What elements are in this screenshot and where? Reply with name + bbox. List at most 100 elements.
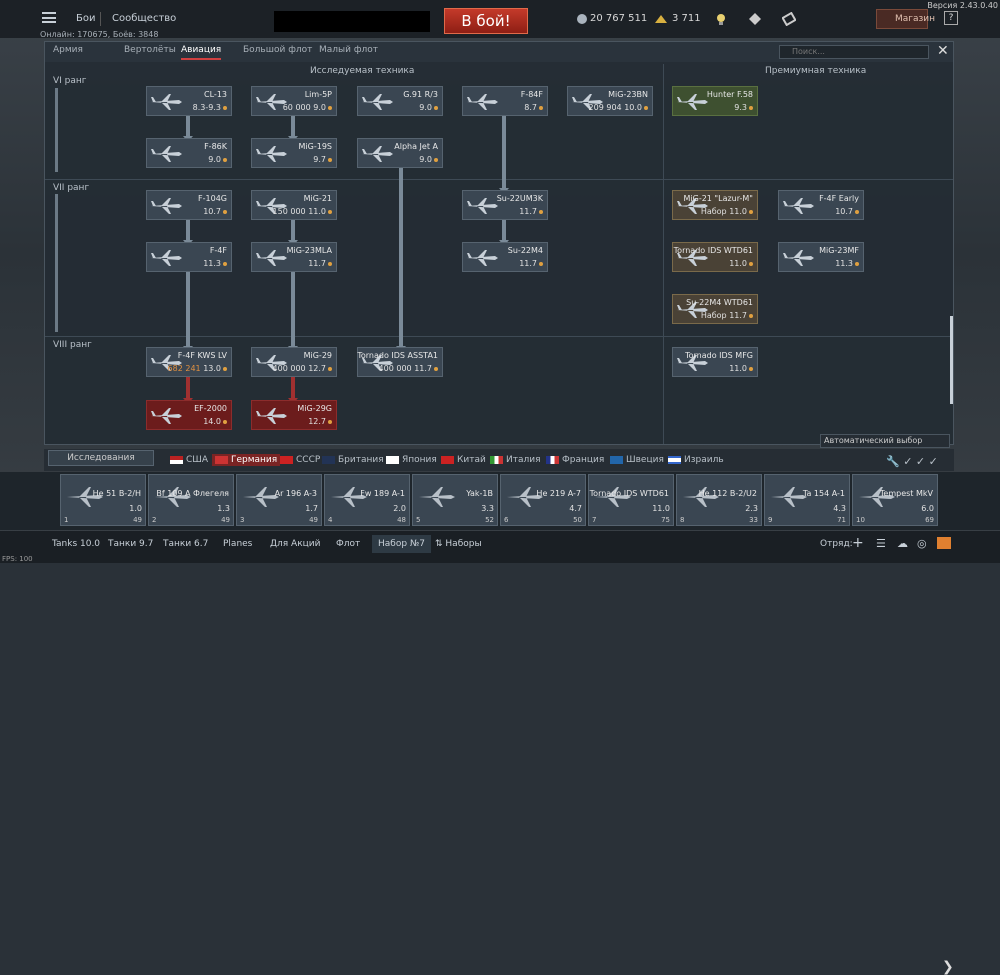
vehicle-cost: 400 000: [378, 364, 412, 373]
lineup-slot[interactable]: He 219 A-7 4.7 6 50: [500, 474, 586, 526]
researched-column-title: Исследуемая техника: [310, 66, 415, 76]
br-value: 11.3: [835, 259, 853, 268]
preset-tab[interactable]: Для Акций: [270, 539, 320, 549]
scrollbar[interactable]: [950, 316, 953, 404]
vehicle-card[interactable]: MiG-29 400 000 12.7: [251, 347, 337, 377]
vehicle-card[interactable]: MiG-21 "Lazur-M" Набор 11.0: [672, 190, 758, 220]
country-israel[interactable]: Израиль: [668, 455, 724, 465]
rank-dot-icon: [328, 261, 332, 266]
list-icon[interactable]: ☰: [876, 537, 886, 550]
mail-icon[interactable]: [937, 537, 951, 549]
vehicle-card[interactable]: Hunter F.58 9.3: [672, 86, 758, 116]
auto-select-dropdown[interactable]: Автоматический выбор: [820, 434, 950, 448]
shop-button[interactable]: Магазин: [876, 9, 935, 29]
lineup-slot[interactable]: Fw 189 A-1 2.0 4 48: [324, 474, 410, 526]
br-value: 9.7: [313, 155, 326, 164]
vehicle-card[interactable]: Tornado IDS ASSTA1 400 000 11.7: [357, 347, 443, 377]
vehicle-card[interactable]: F-104G 10.7: [146, 190, 232, 220]
preset-tab-active[interactable]: Набор №7: [372, 535, 431, 553]
country-label: СССР: [296, 455, 321, 465]
country-britain[interactable]: Британия: [322, 455, 384, 465]
vehicle-card[interactable]: Alpha Jet A 9.0: [357, 138, 443, 168]
vehicle-card[interactable]: MiG-21 150 000 11.0: [251, 190, 337, 220]
lineup-slot[interactable]: Tornado IDS WTD61 11.0 7 75: [588, 474, 674, 526]
search-input[interactable]: Поиск...: [779, 45, 929, 59]
battles-menu[interactable]: Бои: [76, 13, 95, 24]
lineup-slot[interactable]: Ta 154 A-1 4.3 9 71: [764, 474, 850, 526]
lineup-slot[interactable]: Tempest MkV 6.0 10 69: [852, 474, 938, 526]
tree-link: [186, 220, 190, 240]
preset-tab[interactable]: Planes: [223, 539, 252, 549]
country-sweden[interactable]: Швеция: [610, 455, 664, 465]
vehicle-card[interactable]: Su-22M4 11.7: [462, 242, 548, 272]
rank-vii-label[interactable]: VII ранг: [53, 183, 89, 193]
vehicle-card[interactable]: MiG-23MLA 11.7: [251, 242, 337, 272]
vehicle-card[interactable]: MiG-23BN 209 904 10.0: [567, 86, 653, 116]
community-menu[interactable]: Сообщество: [112, 13, 176, 24]
rank-viii-label[interactable]: VIII ранг: [53, 340, 92, 350]
vehicle-name: Tornado IDS ASSTA1: [357, 351, 438, 360]
vehicle-card[interactable]: G.91 R/3 9.0: [357, 86, 443, 116]
vehicle-card[interactable]: CL-13 8.3-9.3: [146, 86, 232, 116]
lineup-slot[interactable]: He 112 B-2/U2 2.3 8 33: [676, 474, 762, 526]
battle-button[interactable]: В бой!: [444, 8, 528, 34]
vehicle-card[interactable]: F-86K 9.0: [146, 138, 232, 168]
preset-tab[interactable]: Tanks 10.0: [52, 539, 100, 549]
slot-number: 10: [856, 516, 865, 524]
tab-bluewater-fleet[interactable]: Большой флот: [243, 45, 312, 55]
country-italy[interactable]: Италия: [490, 455, 541, 465]
tab-helicopters[interactable]: Вертолёты: [124, 45, 176, 55]
country-france[interactable]: Франция: [546, 455, 604, 465]
vehicle-card[interactable]: MiG-19S 9.7: [251, 138, 337, 168]
vehicle-card[interactable]: F-4F Early 10.7: [778, 190, 864, 220]
vehicle-card[interactable]: MiG-23MF 11.3: [778, 242, 864, 272]
lightbulb-icon[interactable]: [714, 12, 728, 25]
rank-dot-icon: [223, 366, 227, 371]
vehicle-name: MiG-23MLA: [286, 246, 332, 255]
vehicle-name: MiG-23MF: [819, 246, 859, 255]
lineup-slot[interactable]: Ar 196 A-3 1.7 3 49: [236, 474, 322, 526]
close-icon[interactable]: ✕: [937, 43, 949, 59]
preset-tab[interactable]: Танки 9.7: [108, 539, 153, 549]
diamond-icon[interactable]: [748, 12, 762, 25]
chat-icon[interactable]: ◎: [917, 537, 927, 550]
tab-aviation[interactable]: Авиация: [181, 45, 222, 60]
country-usa[interactable]: США: [170, 455, 208, 465]
preset-tab[interactable]: Флот: [336, 539, 360, 549]
add-icon[interactable]: +: [852, 535, 864, 551]
lineup-slot[interactable]: Bf 109 A Флегеля 1.3 2 49: [148, 474, 234, 526]
research-button[interactable]: Исследования: [48, 450, 154, 466]
vehicle-card[interactable]: Lim-5P 60 000 9.0: [251, 86, 337, 116]
tickets-icon[interactable]: [781, 11, 797, 27]
vehicle-card[interactable]: Tornado IDS WTD61 11.0: [672, 242, 758, 272]
vehicle-card[interactable]: F-84F 8.7: [462, 86, 548, 116]
contacts-icon[interactable]: ☁: [897, 537, 908, 550]
vehicle-card[interactable]: F-4F 11.3: [146, 242, 232, 272]
country-ussr[interactable]: СССР: [280, 455, 320, 465]
slot-br: 11.0: [652, 504, 670, 513]
vehicle-card[interactable]: Su-22UM3K 11.7: [462, 190, 548, 220]
chevron-right-icon[interactable]: ❯: [942, 959, 954, 975]
vehicle-card[interactable]: EF-2000 14.0: [146, 400, 232, 430]
lineup-slot[interactable]: He 51 B-2/H 1.0 1 49: [60, 474, 146, 526]
country-china[interactable]: Китай: [441, 455, 486, 465]
tab-coastal-fleet[interactable]: Малый флот: [319, 45, 378, 55]
vehicle-card[interactable]: MiG-29G 12.7: [251, 400, 337, 430]
slot-number: 3: [240, 516, 245, 524]
vehicle-card[interactable]: Tornado IDS MFG 11.0: [672, 347, 758, 377]
vehicle-card[interactable]: Su-22M4 WTD61 Набор 11.7: [672, 294, 758, 324]
presets-label: Наборы: [445, 539, 482, 549]
rank-dot-icon: [223, 261, 227, 266]
country-germany[interactable]: Германия: [212, 454, 281, 466]
presets-button[interactable]: ⇅ Наборы: [435, 539, 482, 549]
vehicle-card[interactable]: F-4F KWS LV 682 241 13.0: [146, 347, 232, 377]
country-japan[interactable]: Япония: [386, 455, 437, 465]
rank-dot-icon: [223, 157, 227, 162]
help-button[interactable]: ?: [944, 11, 958, 25]
rank-vi-label[interactable]: VI ранг: [53, 76, 87, 86]
menu-icon[interactable]: [42, 12, 56, 23]
tab-army[interactable]: Армия: [53, 45, 83, 55]
preset-tab[interactable]: Танки 6.7: [163, 539, 208, 549]
crew-tools-icon[interactable]: 🔧 ✓ ✓ ✓: [886, 455, 938, 468]
lineup-slot[interactable]: Yak-1B 3.3 5 52: [412, 474, 498, 526]
